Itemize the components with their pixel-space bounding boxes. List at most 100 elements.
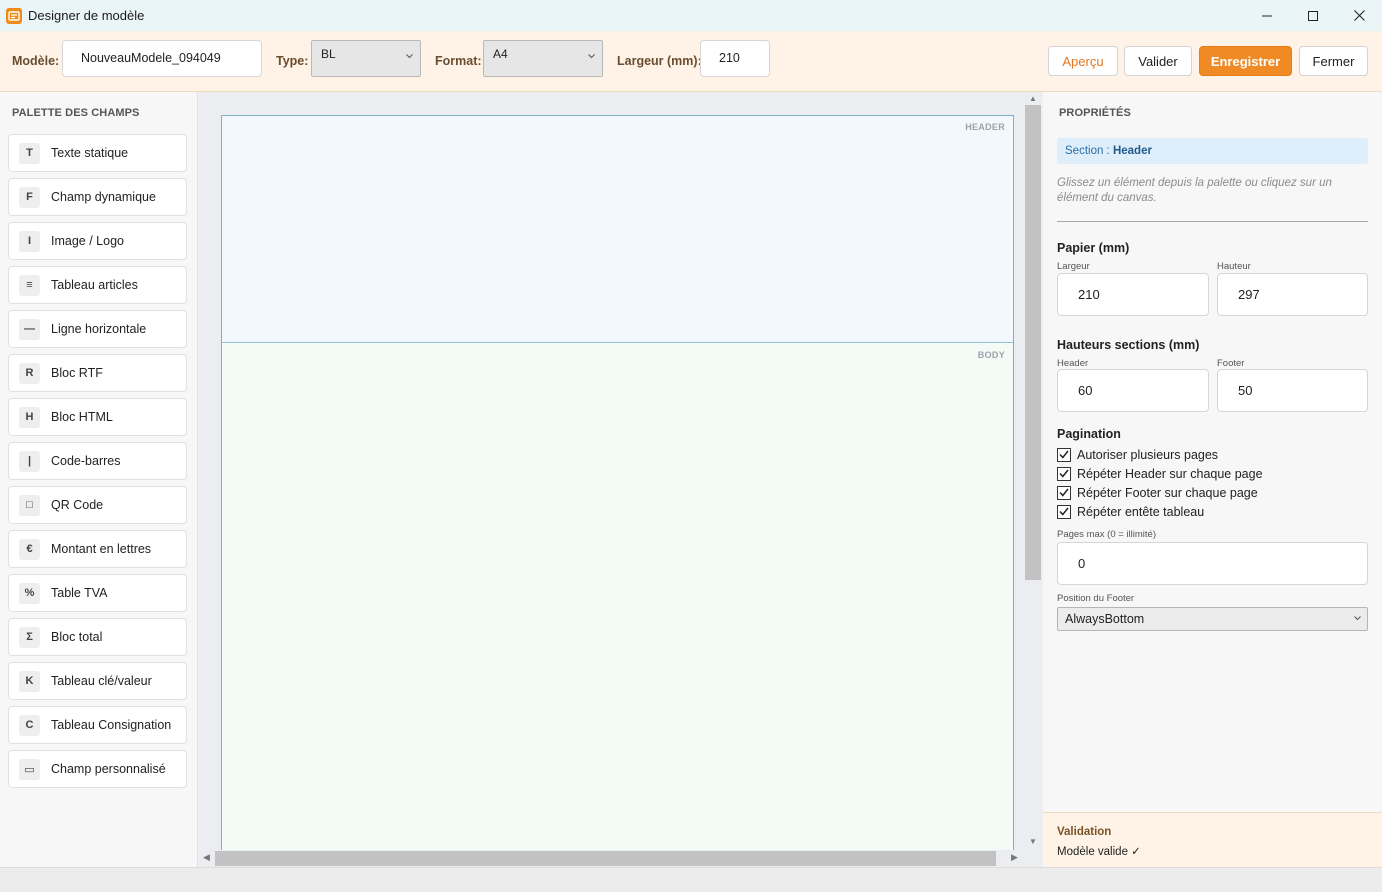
custom-field-icon: ▭	[19, 758, 40, 780]
palette-title: PALETTE DES CHAMPS	[12, 107, 140, 119]
palette-item-consignment-table[interactable]: C Tableau Consignation	[8, 706, 187, 744]
model-name-input[interactable]: NouveauModele_094049	[62, 40, 262, 77]
divider	[1057, 221, 1368, 222]
palette-item-rtf-block[interactable]: R Bloc RTF	[8, 354, 187, 392]
chevron-down-icon	[1354, 616, 1361, 621]
header-height-input[interactable]: 60	[1057, 369, 1209, 412]
palette-item-qr-code[interactable]: □ QR Code	[8, 486, 187, 524]
checkmark-icon[interactable]	[1057, 466, 1071, 481]
checkbox-label: Répéter entête tableau	[1077, 504, 1205, 519]
palette-item-html-block[interactable]: H Bloc HTML	[8, 398, 187, 436]
section-prefix: Section :	[1065, 145, 1110, 157]
palette-item-label: Tableau Consignation	[51, 718, 172, 732]
palette-item-label: QR Code	[51, 498, 104, 512]
maximize-icon	[1308, 10, 1318, 21]
palette-item-dynamic-field[interactable]: F Champ dynamique	[8, 178, 187, 216]
palette-item-label: Code-barres	[51, 454, 121, 468]
key-icon: K	[19, 670, 40, 692]
checkbox-label: Répéter Header sur chaque page	[1077, 466, 1263, 481]
type-select[interactable]: BL	[311, 40, 421, 77]
paper-group-title: Papier (mm)	[1057, 241, 1130, 255]
palette-item-label: Tableau clé/valeur	[51, 674, 152, 688]
validate-button[interactable]: Valider	[1124, 46, 1192, 76]
footer-height-label: Footer	[1217, 358, 1245, 369]
repeat-table-header-checkbox[interactable]: Répéter entête tableau	[1057, 503, 1204, 520]
section-name: Header	[1112, 145, 1152, 157]
palette-item-static-text[interactable]: T Texte statique	[8, 134, 187, 172]
title-bar: Designer de modèle	[0, 0, 1382, 31]
palette-item-label: Champ dynamique	[51, 190, 156, 204]
minimize-button[interactable]	[1244, 0, 1290, 31]
type-select-value: BL	[321, 47, 336, 61]
checkmark-icon[interactable]	[1057, 447, 1071, 462]
app-icon	[6, 7, 22, 24]
body-section[interactable]: BODY	[222, 344, 1013, 868]
close-window-button[interactable]	[1336, 0, 1382, 31]
properties-title: PROPRIÉTÉS	[1059, 107, 1131, 119]
close-button[interactable]: Fermer	[1299, 46, 1368, 76]
palette-item-label: Tableau articles	[51, 278, 138, 292]
max-pages-label: Pages max (0 = illimité)	[1057, 529, 1156, 540]
image-icon: I	[19, 230, 40, 252]
html-icon: H	[19, 406, 40, 428]
scroll-right-icon[interactable]: ▶	[1011, 852, 1018, 863]
header-height-label: Header	[1057, 358, 1089, 369]
close-icon	[1353, 10, 1365, 21]
format-select[interactable]: A4	[483, 40, 603, 77]
palette-item-amount-in-words[interactable]: € Montant en lettres	[8, 530, 187, 568]
header-section[interactable]: HEADER	[222, 116, 1013, 343]
checkbox-label: Répéter Footer sur chaque page	[1077, 485, 1258, 500]
allow-multiple-pages-checkbox[interactable]: Autoriser plusieurs pages	[1057, 446, 1218, 463]
repeat-footer-checkbox[interactable]: Répéter Footer sur chaque page	[1057, 484, 1258, 501]
maximize-button[interactable]	[1290, 0, 1336, 31]
checkmark-icon[interactable]	[1057, 504, 1071, 519]
status-bar	[0, 867, 1382, 892]
palette-item-barcode[interactable]: | Code-barres	[8, 442, 187, 480]
preview-button[interactable]: Aperçu	[1048, 46, 1118, 76]
design-canvas[interactable]: HEADER BODY ▲ ▼ ◀ ▶	[199, 92, 1042, 868]
palette-item-vat-table[interactable]: % Table TVA	[8, 574, 187, 612]
euro-icon: €	[19, 538, 40, 560]
validation-status: Modèle valide ✓	[1057, 846, 1141, 858]
checkmark-icon[interactable]	[1057, 485, 1071, 500]
save-button[interactable]: Enregistrer	[1199, 46, 1292, 76]
field-icon: F	[19, 186, 40, 208]
palette-item-custom-field[interactable]: ▭ Champ personnalisé	[8, 750, 187, 788]
window-title: Designer de modèle	[28, 8, 145, 23]
vertical-scroll-thumb[interactable]	[1025, 105, 1041, 580]
palette-item-total-block[interactable]: Σ Bloc total	[8, 618, 187, 656]
horizontal-scroll-thumb[interactable]	[215, 851, 996, 866]
vertical-scrollbar[interactable]: ▲ ▼	[1021, 92, 1042, 850]
scroll-up-icon[interactable]: ▲	[1029, 94, 1037, 103]
repeat-header-checkbox[interactable]: Répéter Header sur chaque page	[1057, 465, 1263, 482]
hint-text: Glissez un élément depuis la palette ou …	[1057, 177, 1332, 204]
palette-item-label: Image / Logo	[51, 234, 124, 248]
line-icon: —	[19, 318, 40, 340]
width-label: Largeur (mm):	[617, 54, 702, 68]
footer-position-label: Position du Footer	[1057, 593, 1135, 604]
format-select-value: A4	[493, 47, 508, 61]
validation-panel: Validation Modèle valide ✓	[1043, 812, 1382, 867]
paper-width-input[interactable]: 210	[1057, 273, 1209, 316]
palette-item-label: Champ personnalisé	[51, 762, 166, 776]
model-label: Modèle:	[12, 54, 60, 68]
paper-height-input[interactable]: 297	[1217, 273, 1368, 316]
footer-position-select[interactable]: AlwaysBottom	[1057, 607, 1368, 631]
palette-item-label: Montant en lettres	[51, 542, 152, 556]
header-section-tag: HEADER	[965, 122, 1005, 132]
horizontal-scrollbar[interactable]: ◀ ▶	[199, 850, 1021, 867]
palette-item-items-table[interactable]: ≡ Tableau articles	[8, 266, 187, 304]
list-icon: ≡	[19, 274, 40, 296]
palette-item-key-value-table[interactable]: K Tableau clé/valeur	[8, 662, 187, 700]
chevron-down-icon	[588, 54, 595, 59]
consignment-icon: C	[19, 714, 40, 736]
palette-item-horizontal-line[interactable]: — Ligne horizontale	[8, 310, 187, 348]
palette-item-image-logo[interactable]: I Image / Logo	[8, 222, 187, 260]
max-pages-input[interactable]: 0	[1057, 542, 1368, 585]
footer-height-input[interactable]: 50	[1217, 369, 1368, 412]
width-input[interactable]: 210	[700, 40, 770, 77]
page-sheet[interactable]: HEADER BODY	[221, 115, 1014, 868]
minimize-icon	[1262, 15, 1272, 16]
scroll-left-icon[interactable]: ◀	[203, 852, 210, 863]
scroll-down-icon[interactable]: ▼	[1029, 837, 1037, 846]
